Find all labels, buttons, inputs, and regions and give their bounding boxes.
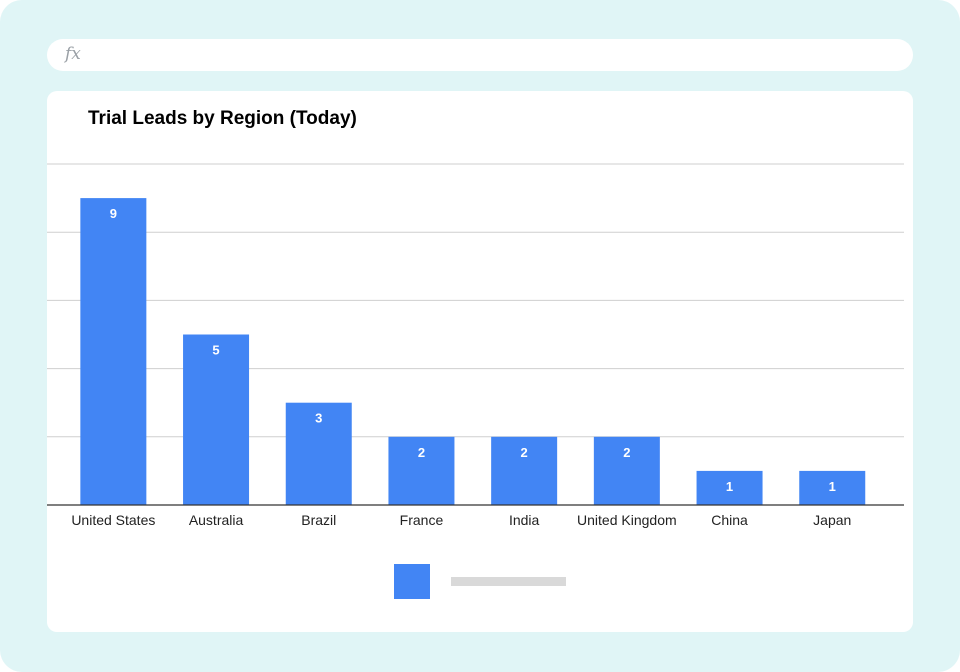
bar-australia: [183, 334, 250, 505]
x-tick-label: Japan: [813, 512, 851, 528]
data-label: 2: [521, 445, 528, 460]
data-label: 2: [623, 445, 630, 460]
bar-united-states: [80, 198, 147, 505]
legend: [394, 564, 566, 599]
fx-icon: fx: [65, 44, 81, 64]
x-tick-label: China: [711, 512, 748, 528]
formula-bar[interactable]: fx: [47, 39, 913, 71]
data-label: 1: [829, 479, 836, 494]
data-label: 5: [212, 343, 219, 358]
x-tick-label: India: [509, 512, 540, 528]
bar-chart: 9 5 3 2 2 2 1 1 United States Australia Brazil Fra…: [47, 163, 904, 599]
legend-label-placeholder: [451, 577, 566, 586]
x-tick-label: United Kingdom: [577, 512, 677, 528]
data-label: 1: [726, 479, 733, 494]
x-tick-label: United States: [71, 512, 155, 528]
x-axis: United States Australia Brazil France India U…: [47, 504, 904, 528]
data-label: 9: [110, 206, 117, 221]
gridlines: [47, 163, 904, 438]
x-tick-label: Brazil: [301, 512, 336, 528]
chart-card[interactable]: Trial Leads by Region (Today) 95322211 U…: [47, 91, 913, 632]
bars: [80, 198, 866, 505]
x-tick-label: France: [400, 512, 444, 528]
x-tick-label: Australia: [189, 512, 244, 528]
data-label: 3: [315, 411, 322, 426]
data-label: 2: [418, 445, 425, 460]
legend-swatch: [394, 564, 430, 599]
app-frame: fx Trial Leads by Region (Today) 9532221…: [0, 0, 960, 672]
